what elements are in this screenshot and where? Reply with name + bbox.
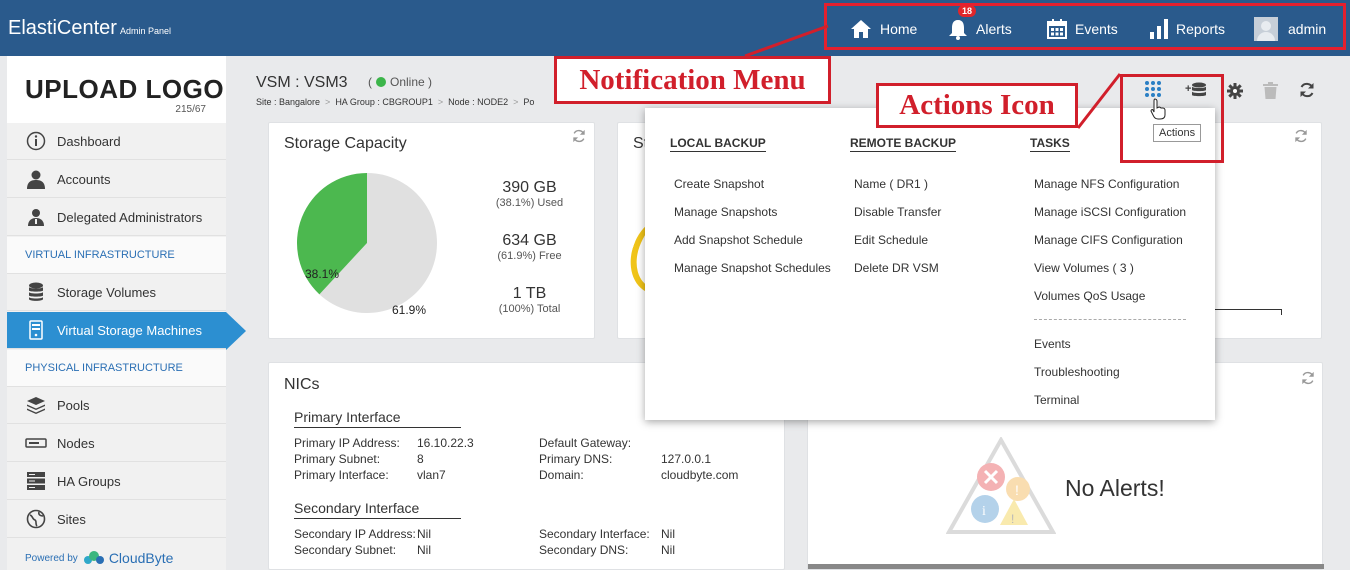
actions-icon-callout: Actions Icon [876,83,1078,128]
hand-cursor-icon [1150,98,1166,120]
notification-menu-callout: Notification Menu [554,56,831,104]
actions-tooltip: Actions [1153,124,1202,142]
